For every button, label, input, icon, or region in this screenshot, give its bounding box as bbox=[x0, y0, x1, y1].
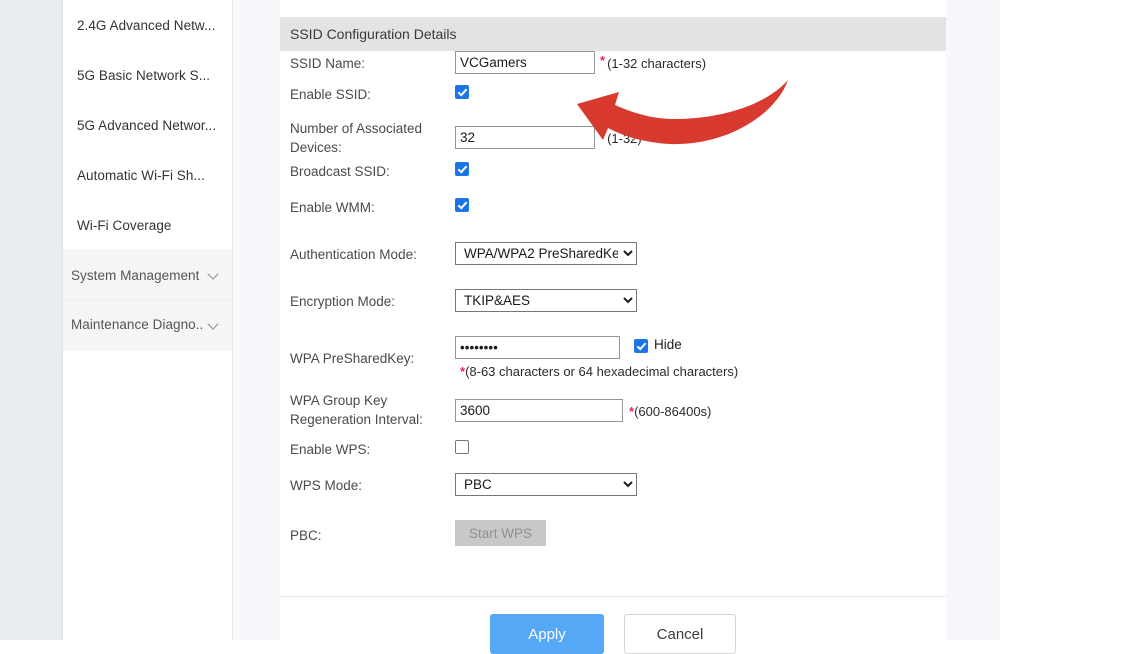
form-row-enable-wps: Enable WPS: bbox=[280, 437, 946, 473]
enable-wmm-label: Enable WMM: bbox=[290, 200, 375, 215]
form-row-encryption-mode: Encryption Mode: TKIP&AES bbox=[280, 289, 946, 331]
wpa-group-key-interval-label: WPA Group Key Regeneration Interval: bbox=[290, 393, 423, 427]
wps-mode-select[interactable]: PBC bbox=[455, 473, 637, 496]
wpa-group-key-interval-input[interactable] bbox=[455, 399, 623, 422]
ssid-name-hint: (1-32 characters) bbox=[607, 56, 707, 71]
ssid-config-form: SSID Name: * (1-32 characters) Enable SS… bbox=[280, 51, 946, 560]
hide-password-checkbox[interactable] bbox=[634, 339, 648, 353]
sidebar-item-24g-advanced-network[interactable]: 2.4G Advanced Netw... bbox=[63, 0, 232, 50]
form-row-pbc: PBC: Start WPS bbox=[280, 520, 946, 560]
wps-mode-label: WPS Mode: bbox=[290, 478, 363, 493]
sidebar-item-label: Maintenance Diagno.. bbox=[71, 317, 202, 332]
router-config-page: 2.4G Advanced Netw... 5G Basic Network S… bbox=[0, 0, 1144, 654]
page-background-gap-left bbox=[233, 0, 280, 640]
page-left-gutter bbox=[0, 0, 63, 640]
sidebar-item-maintenance-diagnosis[interactable]: Maintenance Diagno.. bbox=[63, 300, 232, 350]
broadcast-ssid-checkbox[interactable] bbox=[455, 162, 469, 176]
form-row-enable-wmm: Enable WMM: bbox=[280, 195, 946, 242]
form-row-wpa-presharedkey: WPA PreSharedKey: Hide *(8-63 characters… bbox=[280, 331, 946, 388]
sidebar-nav: 2.4G Advanced Netw... 5G Basic Network S… bbox=[63, 0, 233, 640]
ssid-name-label: SSID Name: bbox=[290, 56, 366, 71]
enable-wps-label: Enable WPS: bbox=[290, 442, 371, 457]
form-row-wps-mode: WPS Mode: PBC bbox=[280, 473, 946, 520]
enable-ssid-label: Enable SSID: bbox=[290, 87, 372, 102]
cancel-button[interactable]: Cancel bbox=[624, 614, 736, 654]
footer-divider bbox=[280, 596, 946, 597]
form-row-enable-ssid: Enable SSID: bbox=[280, 82, 946, 116]
wpa-presharedkey-hint-text: (8-63 characters or 64 hexadecimal chara… bbox=[465, 364, 739, 379]
apply-button[interactable]: Apply bbox=[490, 614, 604, 654]
sidebar-item-label: 5G Advanced Networ... bbox=[77, 117, 217, 133]
authentication-mode-label: Authentication Mode: bbox=[290, 247, 417, 262]
panel-title: SSID Configuration Details bbox=[290, 26, 457, 42]
ssid-name-input[interactable] bbox=[455, 51, 595, 74]
start-wps-button[interactable]: Start WPS bbox=[455, 520, 547, 546]
associated-devices-input[interactable] bbox=[455, 126, 595, 149]
associated-devices-label: Number of Associated Devices: bbox=[290, 121, 423, 155]
pbc-label: PBC: bbox=[290, 528, 322, 543]
associated-devices-hint: (1-32) bbox=[607, 131, 642, 146]
hide-password-label: Hide bbox=[654, 337, 682, 352]
wpa-presharedkey-label: WPA PreSharedKey: bbox=[290, 351, 415, 366]
sidebar-item-label: Wi-Fi Coverage bbox=[77, 217, 172, 233]
enable-wmm-checkbox[interactable] bbox=[455, 198, 469, 212]
chevron-down-icon bbox=[208, 319, 220, 331]
ssid-configuration-panel: SSID Configuration Details SSID Name: * … bbox=[280, 0, 946, 654]
page-background-far-right bbox=[1000, 0, 1144, 640]
form-row-authentication-mode: Authentication Mode: WPA/WPA2 PreSharedK… bbox=[280, 242, 946, 289]
enable-wps-checkbox[interactable] bbox=[455, 440, 469, 454]
enable-ssid-checkbox[interactable] bbox=[455, 85, 469, 99]
wpa-presharedkey-hint: *(8-63 characters or 64 hexadecimal char… bbox=[460, 359, 738, 381]
form-row-broadcast-ssid: Broadcast SSID: bbox=[280, 159, 946, 195]
ssid-name-required-mark: * bbox=[600, 53, 606, 68]
encryption-mode-select[interactable]: TKIP&AES bbox=[455, 289, 637, 312]
panel-header: SSID Configuration Details bbox=[280, 17, 946, 51]
wpa-group-key-interval-hint: *(600-86400s) bbox=[629, 399, 711, 421]
form-footer: Apply Cancel bbox=[280, 614, 946, 654]
wpa-presharedkey-input[interactable] bbox=[455, 336, 620, 359]
sidebar-item-label: 5G Basic Network S... bbox=[77, 67, 211, 83]
chevron-down-icon bbox=[208, 269, 220, 281]
sidebar-item-automatic-wifi-shutdown[interactable]: Automatic Wi-Fi Sh... bbox=[63, 150, 232, 200]
form-row-wpa-group-key-interval: WPA Group Key Regeneration Interval: *(6… bbox=[280, 388, 946, 437]
sidebar-item-system-management[interactable]: System Management bbox=[63, 250, 232, 300]
form-row-associated-devices: Number of Associated Devices: * (1-32) bbox=[280, 116, 946, 159]
form-row-ssid-name: SSID Name: * (1-32 characters) bbox=[280, 51, 946, 82]
hide-password-toggle[interactable]: Hide bbox=[634, 336, 682, 353]
page-background-gap-right bbox=[946, 0, 1000, 640]
sidebar-item-5g-basic-network[interactable]: 5G Basic Network S... bbox=[63, 50, 232, 100]
authentication-mode-select[interactable]: WPA/WPA2 PreSharedKey bbox=[455, 242, 637, 265]
sidebar-item-label: System Management bbox=[71, 267, 200, 283]
sidebar-item-label: Automatic Wi-Fi Sh... bbox=[77, 167, 205, 183]
encryption-mode-label: Encryption Mode: bbox=[290, 294, 396, 309]
associated-devices-required-mark: * bbox=[600, 128, 606, 143]
broadcast-ssid-label: Broadcast SSID: bbox=[290, 164, 390, 179]
sidebar-item-5g-advanced-network[interactable]: 5G Advanced Networ... bbox=[63, 100, 232, 150]
sidebar-item-label: 2.4G Advanced Netw... bbox=[77, 17, 216, 33]
sidebar-item-wifi-coverage[interactable]: Wi-Fi Coverage bbox=[63, 200, 232, 250]
wpa-group-key-interval-hint-text: (600-86400s) bbox=[634, 404, 712, 419]
